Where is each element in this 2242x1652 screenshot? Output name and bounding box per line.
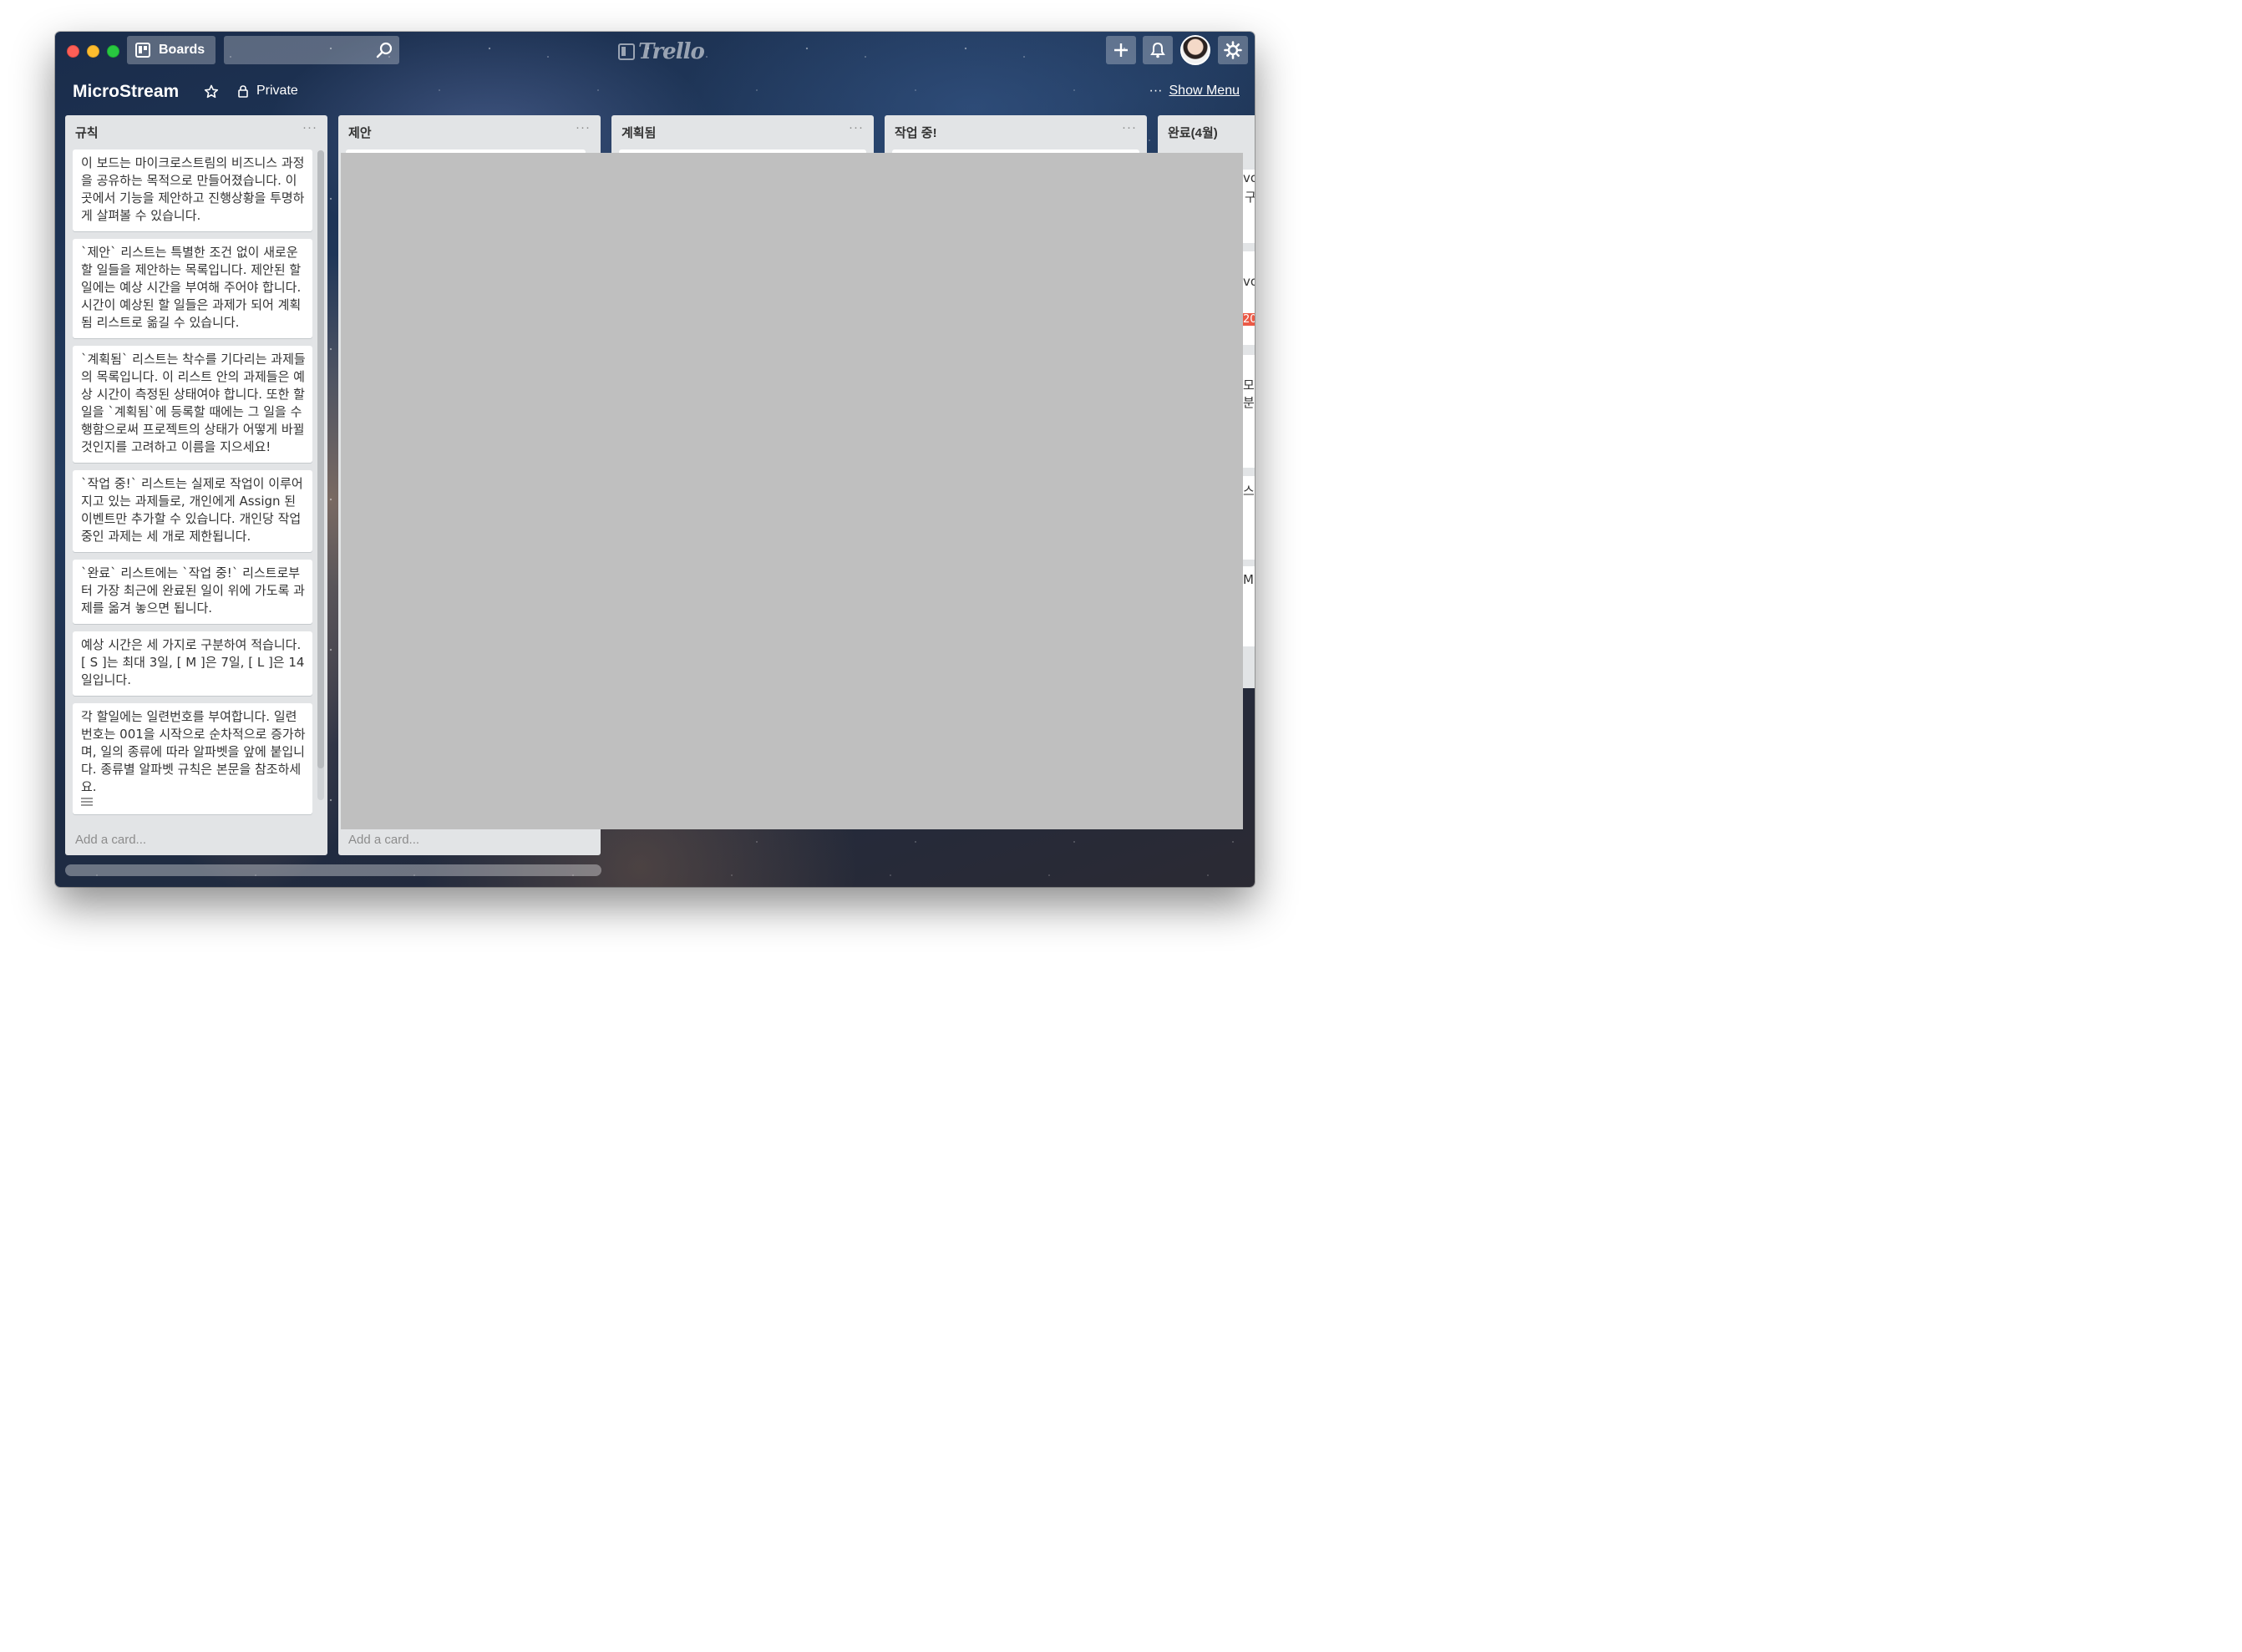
app-window: Boards Trello MicroStream Private ··· Sh… <box>55 32 1255 887</box>
bell-icon <box>1150 42 1165 58</box>
list-title[interactable]: 계획됨 <box>621 124 656 141</box>
card[interactable]: `완료` 리스트에는 `작업 중!` 리스트로부터 가장 최근에 완료된 일이 … <box>73 560 312 624</box>
minimize-window-button[interactable] <box>87 45 99 58</box>
card[interactable]: 예상 시간은 세 가지로 구분하여 적습니다. [ S ]는 최대 3일, [ … <box>73 631 312 696</box>
add-card-button[interactable]: Add a card... <box>75 833 146 847</box>
trello-logo[interactable]: Trello <box>618 39 705 64</box>
card[interactable] <box>1241 355 1255 468</box>
window-controls <box>67 45 119 58</box>
card-text-fragment: vo <box>1243 170 1255 185</box>
list-rules: 규칙 ··· 이 보드는 마이크로스트림의 비즈니스 과정을 공유하는 목적으로… <box>65 115 327 855</box>
close-window-button[interactable] <box>67 45 79 58</box>
search-input[interactable] <box>224 36 399 64</box>
star-icon[interactable] <box>204 84 219 99</box>
visibility-button[interactable]: Private <box>238 84 298 99</box>
card-text-fragment: 모 <box>1243 378 1255 393</box>
redacted-region <box>341 153 1243 829</box>
boards-button[interactable]: Boards <box>127 36 216 64</box>
list-title[interactable]: 완료(4월) <box>1168 124 1218 141</box>
zoom-window-button[interactable] <box>107 45 119 58</box>
card-text-fragment: 스 <box>1243 484 1255 499</box>
list-title[interactable]: 제안 <box>348 124 372 141</box>
list-title[interactable]: 규칙 <box>75 124 99 141</box>
board-title[interactable]: MicroStream <box>73 82 179 102</box>
card[interactable]: `제안` 리스트는 특별한 조건 없이 새로운 할 일들을 제안하는 목록입니다… <box>73 239 312 338</box>
card-container: 이 보드는 마이크로스트림의 비즈니스 과정을 공유하는 목적으로 만들어졌습니… <box>73 149 312 822</box>
list-menu-button[interactable]: ··· <box>849 120 864 134</box>
trello-logo-text: Trello <box>638 39 705 64</box>
notifications-button[interactable] <box>1143 36 1173 64</box>
boards-icon <box>135 43 150 58</box>
visibility-label: Private <box>256 84 298 98</box>
search-icon[interactable] <box>376 42 393 58</box>
add-button[interactable] <box>1106 36 1136 64</box>
list-scrollbar[interactable] <box>317 150 324 800</box>
card-text-fragment: M <box>1243 572 1254 587</box>
list-menu-button[interactable]: ··· <box>576 120 591 134</box>
list-title[interactable]: 작업 중! <box>895 124 937 141</box>
avatar[interactable] <box>1180 35 1210 65</box>
card-with-description[interactable]: 각 할일에는 일련번호를 부여합니다. 일련번호는 001을 시작으로 순차적으… <box>73 703 312 814</box>
trello-logo-icon <box>618 43 635 60</box>
lock-icon <box>238 84 248 98</box>
list-menu-button[interactable]: ··· <box>302 120 317 134</box>
card[interactable]: `작업 중!` 리스트는 실제로 작업이 이루어지고 있는 과제들로, 개인에게… <box>73 470 312 552</box>
add-card-button[interactable]: Add a card... <box>348 833 419 847</box>
card[interactable] <box>1241 251 1255 345</box>
list-menu-button[interactable]: ··· <box>1122 120 1137 134</box>
card-text-fragment: 구 <box>1245 190 1255 205</box>
settings-button[interactable] <box>1218 36 1248 64</box>
gear-icon <box>1224 41 1242 59</box>
card-text-fragment: vo <box>1243 274 1255 289</box>
description-icon <box>81 798 93 806</box>
show-menu-label: Show Menu <box>1169 84 1240 98</box>
due-date-badge: 20 <box>1241 313 1255 326</box>
card[interactable]: 이 보드는 마이크로스트림의 비즈니스 과정을 공유하는 목적으로 만들어졌습니… <box>73 149 312 231</box>
show-menu-button[interactable]: ··· Show Menu <box>1149 84 1240 99</box>
card[interactable]: `계획됨` 리스트는 착수를 기다리는 과제들의 목록입니다. 이 리스트 안의… <box>73 346 312 463</box>
boards-label: Boards <box>159 43 205 57</box>
card-text-fragment: 분 <box>1243 395 1255 410</box>
more-icon: ··· <box>1149 84 1163 98</box>
card-text: 각 할일에는 일련번호를 부여합니다. 일련번호는 001을 시작으로 순차적으… <box>81 709 306 794</box>
plus-icon <box>1114 43 1128 57</box>
board-horizontal-scrollbar[interactable] <box>65 864 601 876</box>
